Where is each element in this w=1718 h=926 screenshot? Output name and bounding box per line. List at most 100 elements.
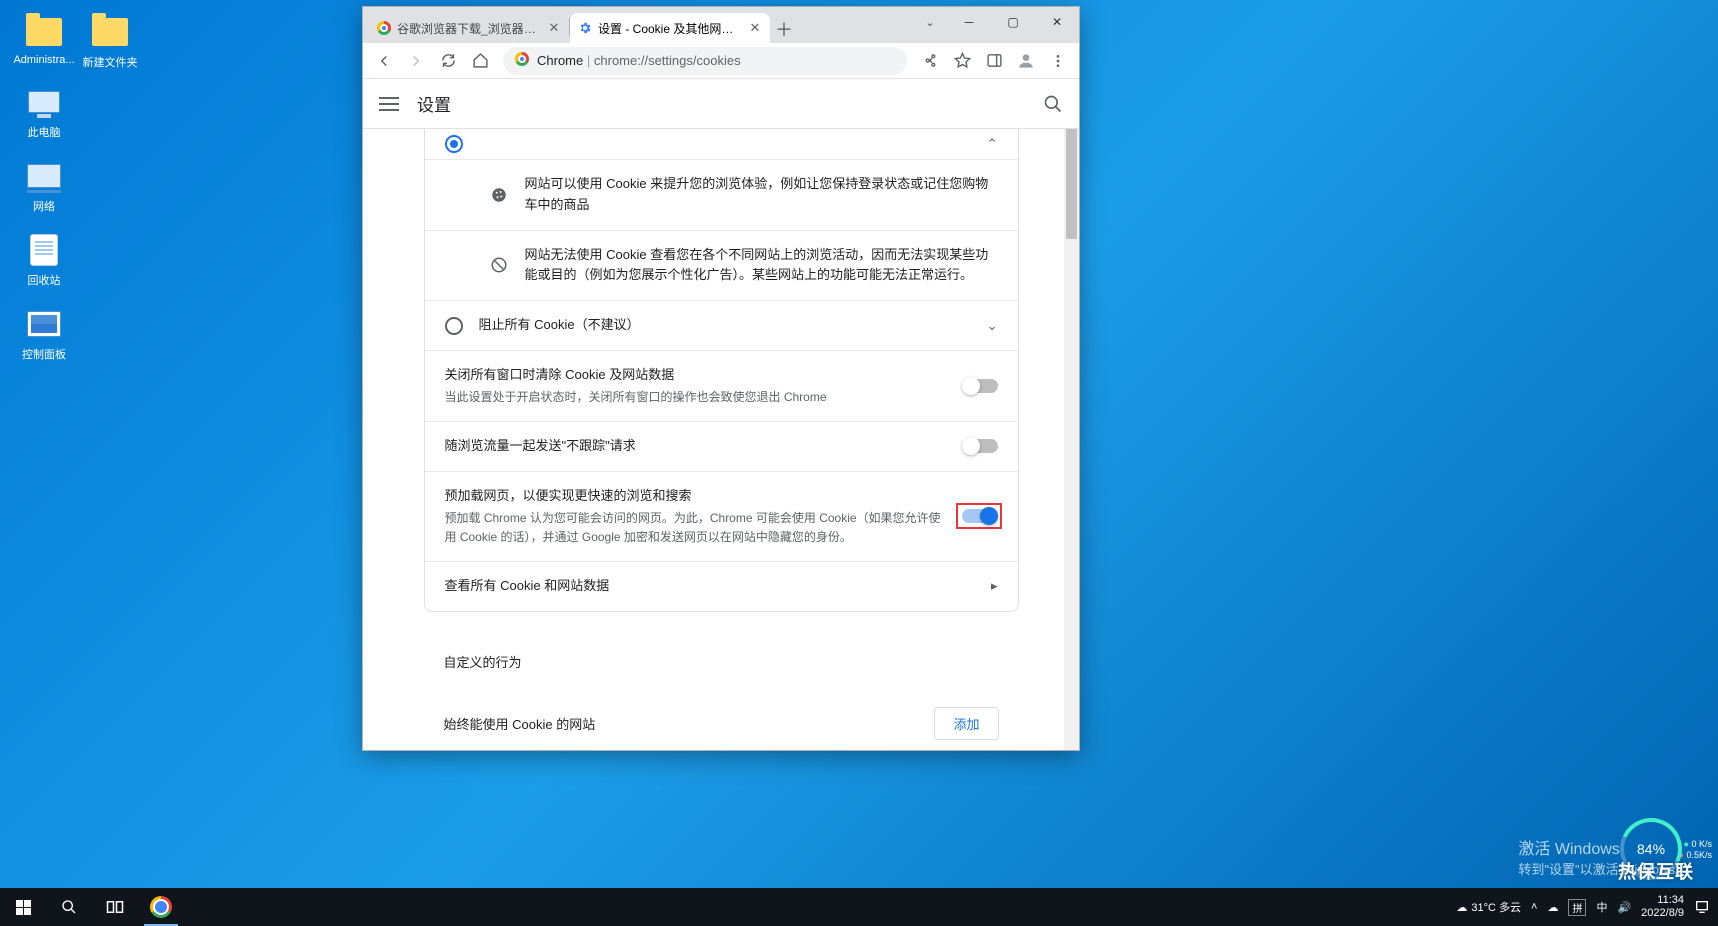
radio-icon[interactable] bbox=[445, 135, 463, 153]
info-text: 网站无法使用 Cookie 查看您在各个不同网站上的浏览活动，因而无法实现某些功… bbox=[525, 245, 998, 287]
label: Administra... bbox=[13, 54, 74, 66]
settings-panel: ⌃ 网站可以使用 Cookie 来提升您的浏览体验，例如让您保持登录状态或记住您… bbox=[424, 129, 1019, 612]
block-icon bbox=[489, 255, 509, 275]
minimize-button[interactable]: ─ bbox=[947, 7, 991, 37]
section-custom: 自定义的行为 bbox=[424, 632, 1019, 681]
tab-dropdown-icon[interactable]: ⌄ bbox=[913, 7, 947, 37]
volume-icon[interactable]: 🔊 bbox=[1617, 901, 1631, 914]
cookie-radio-row-selected[interactable]: ⌃ bbox=[425, 129, 1018, 159]
menu-icon[interactable] bbox=[1043, 46, 1073, 76]
start-button[interactable] bbox=[0, 888, 46, 926]
toggle-dnt[interactable] bbox=[964, 439, 998, 453]
tab-settings[interactable]: 设置 - Cookie 及其他网站数据 ✕ bbox=[570, 13, 770, 43]
bookmark-icon[interactable] bbox=[947, 46, 977, 76]
label: 控制面板 bbox=[22, 346, 66, 362]
chevron-up-icon[interactable]: ⌃ bbox=[987, 136, 998, 152]
date: 2022/8/9 bbox=[1641, 907, 1684, 920]
forward-button[interactable] bbox=[401, 46, 431, 76]
upload-speed: 0 K/s bbox=[1691, 839, 1712, 849]
row-title: 查看所有 Cookie 和网站数据 bbox=[445, 576, 975, 597]
chrome-window: 谷歌浏览器下载_浏览器官网入口 ✕ 设置 - Cookie 及其他网站数据 ✕ … bbox=[362, 6, 1080, 751]
label: 新建文件夹 bbox=[83, 54, 138, 70]
row-title: 预加载网页，以便实现更快速的浏览和搜索 bbox=[445, 486, 944, 507]
chevron-down-icon[interactable]: ⌄ bbox=[987, 318, 998, 334]
sidepanel-icon[interactable] bbox=[979, 46, 1009, 76]
close-icon[interactable]: ✕ bbox=[748, 21, 762, 35]
cookie-info-1: 网站可以使用 Cookie 来提升您的浏览体验，例如让您保持登录状态或记住您购物… bbox=[425, 159, 1018, 230]
tab-download[interactable]: 谷歌浏览器下载_浏览器官网入口 ✕ bbox=[369, 13, 569, 43]
row-subtitle: 当此设置处于开启状态时，关闭所有窗口的操作也会致使您退出 Chrome bbox=[445, 388, 948, 407]
time: 11:34 bbox=[1641, 894, 1684, 907]
address-bar[interactable]: Chrome | chrome://settings/cookies bbox=[503, 47, 907, 75]
search-button[interactable] bbox=[46, 888, 92, 926]
desktop-icon-admin[interactable]: Administra... bbox=[14, 14, 74, 66]
settings-header: 设置 bbox=[363, 79, 1079, 129]
scrollbar-thumb[interactable] bbox=[1066, 129, 1077, 239]
system-tray: ☁ 31°C 多云 ˄ ☁ 拼 中 🔊 11:34 2022/8/9 bbox=[1456, 888, 1718, 926]
radio-icon[interactable] bbox=[445, 317, 463, 335]
toolbar: Chrome | chrome://settings/cookies bbox=[363, 43, 1079, 79]
row-subtitle: 预加载 Chrome 认为您可能会访问的网页。为此，Chrome 可能会使用 C… bbox=[445, 509, 944, 547]
back-button[interactable] bbox=[369, 46, 399, 76]
desktop-icons-col2: 新建文件夹 bbox=[80, 14, 140, 70]
add-button[interactable]: 添加 bbox=[934, 707, 998, 740]
cookie-icon bbox=[489, 185, 509, 205]
dnt-row[interactable]: 随浏览流量一起发送"不跟踪"请求 bbox=[425, 421, 1018, 471]
settings-title: 设置 bbox=[417, 91, 451, 116]
share-icon[interactable] bbox=[915, 46, 945, 76]
scrollbar[interactable] bbox=[1064, 129, 1079, 750]
label: 网络 bbox=[33, 198, 55, 214]
settings-content: ⌃ 网站可以使用 Cookie 来提升您的浏览体验，例如让您保持登录状态或记住您… bbox=[363, 129, 1079, 750]
toggle-preload[interactable] bbox=[962, 509, 996, 523]
desktop-icon-computer[interactable]: 此电脑 bbox=[14, 84, 74, 140]
taskview-button[interactable] bbox=[92, 888, 138, 926]
info-text: 网站可以使用 Cookie 来提升您的浏览体验，例如让您保持登录状态或记住您购物… bbox=[525, 174, 998, 216]
label: 阻止所有 Cookie（不建议） bbox=[479, 315, 971, 336]
taskbar: ☁ 31°C 多云 ˄ ☁ 拼 中 🔊 11:34 2022/8/9 bbox=[0, 888, 1718, 926]
desktop-icon-network[interactable]: 网络 bbox=[14, 158, 74, 214]
see-all-cookies-row[interactable]: 查看所有 Cookie 和网站数据 ▸ bbox=[425, 561, 1018, 611]
cookie-info-2: 网站无法使用 Cookie 查看您在各个不同网站上的浏览活动，因而无法实现某些功… bbox=[425, 230, 1018, 301]
reload-button[interactable] bbox=[433, 46, 463, 76]
close-icon[interactable]: ✕ bbox=[547, 21, 561, 35]
clear-on-close-row[interactable]: 关闭所有窗口时清除 Cookie 及网站数据 当此设置处于开启状态时，关闭所有窗… bbox=[425, 350, 1018, 421]
url-host: Chrome bbox=[537, 53, 583, 68]
row-title: 关闭所有窗口时清除 Cookie 及网站数据 bbox=[445, 365, 948, 386]
close-button[interactable]: ✕ bbox=[1035, 7, 1079, 37]
cookie-radio-block-all[interactable]: 阻止所有 Cookie（不建议） ⌄ bbox=[425, 300, 1018, 350]
gear-icon bbox=[578, 21, 592, 35]
clock[interactable]: 11:34 2022/8/9 bbox=[1641, 894, 1684, 920]
notifications-icon[interactable] bbox=[1694, 899, 1710, 915]
label: 始终能使用 Cookie 的网站 bbox=[444, 714, 935, 733]
preload-row[interactable]: 预加载网页，以便实现更快速的浏览和搜索 预加载 Chrome 认为您可能会访问的… bbox=[425, 471, 1018, 561]
chrome-icon bbox=[515, 52, 529, 69]
ime-pin[interactable]: 拼 bbox=[1568, 899, 1586, 916]
weather-widget[interactable]: ☁ 31°C 多云 bbox=[1456, 899, 1521, 915]
site-block-always-allow: 始终能使用 Cookie 的网站 添加 未添加任何网站 bbox=[424, 695, 1019, 750]
chrome-icon bbox=[377, 21, 391, 35]
search-icon[interactable] bbox=[1043, 94, 1063, 114]
onedrive-icon[interactable]: ☁ bbox=[1547, 901, 1558, 914]
toolbar-right bbox=[915, 46, 1073, 76]
profile-icon[interactable] bbox=[1011, 46, 1041, 76]
desktop-icon-recycle[interactable]: 回收站 bbox=[14, 232, 74, 288]
toggle-clear-on-close[interactable] bbox=[964, 379, 998, 393]
tab-title: 设置 - Cookie 及其他网站数据 bbox=[598, 20, 742, 37]
brand-watermark: 热保互联 bbox=[1618, 858, 1694, 884]
desktop-icon-controlpanel[interactable]: 控制面板 bbox=[14, 306, 74, 362]
maximize-button[interactable]: ▢ bbox=[991, 7, 1035, 37]
new-tab-button[interactable]: ＋ bbox=[770, 15, 798, 43]
titlebar: 谷歌浏览器下载_浏览器官网入口 ✕ 设置 - Cookie 及其他网站数据 ✕ … bbox=[363, 7, 1079, 43]
menu-toggle-icon[interactable] bbox=[379, 97, 399, 111]
home-button[interactable] bbox=[465, 46, 495, 76]
taskbar-chrome[interactable] bbox=[138, 888, 184, 926]
url-path: chrome://settings/cookies bbox=[594, 53, 741, 68]
desktop-icon-newfolder[interactable]: 新建文件夹 bbox=[80, 14, 140, 70]
tab-title: 谷歌浏览器下载_浏览器官网入口 bbox=[397, 20, 541, 37]
highlight-box bbox=[956, 503, 1002, 529]
label: 回收站 bbox=[28, 272, 61, 288]
chevron-right-icon: ▸ bbox=[991, 578, 998, 594]
label: 此电脑 bbox=[28, 124, 61, 140]
ime-zh[interactable]: 中 bbox=[1596, 899, 1607, 915]
tray-chevron-icon[interactable]: ˄ bbox=[1531, 901, 1537, 913]
